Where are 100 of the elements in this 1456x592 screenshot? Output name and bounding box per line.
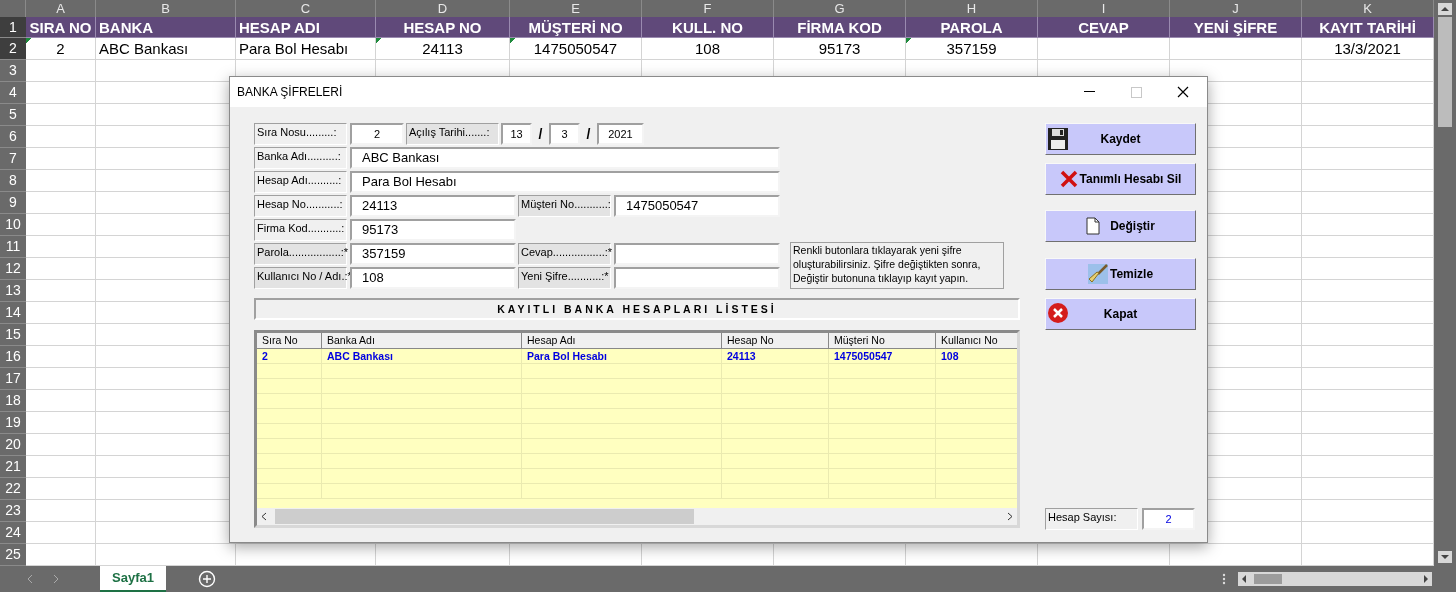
scroll-left-icon[interactable] — [1240, 574, 1248, 584]
table-cell — [257, 364, 322, 379]
row-header[interactable]: 9 — [0, 192, 26, 214]
row-header[interactable]: 19 — [0, 412, 26, 434]
row-header[interactable]: 17 — [0, 368, 26, 390]
scroll-right-icon[interactable] — [1422, 574, 1430, 584]
row-header[interactable]: 8 — [0, 170, 26, 192]
input-field[interactable]: ABC Bankası — [350, 147, 780, 169]
input-field[interactable] — [614, 243, 780, 265]
document-icon — [1086, 217, 1101, 235]
column-header[interactable]: Banka Adı — [322, 333, 522, 349]
row-header[interactable]: 11 — [0, 236, 26, 258]
table-cell: 2 — [26, 38, 96, 60]
table-cell — [26, 60, 96, 82]
field-label: Açılış Tarihi.......: — [406, 123, 499, 145]
row-header[interactable]: 24 — [0, 522, 26, 544]
table-cell: 108 — [642, 38, 774, 60]
row-header[interactable]: 3 — [0, 60, 26, 82]
scroll-down-icon[interactable] — [1438, 551, 1452, 563]
input-field[interactable]: 357159 — [350, 243, 516, 265]
column-header[interactable]: Müşteri No — [829, 333, 936, 349]
input-field[interactable]: 2 — [350, 123, 404, 145]
row-header[interactable]: 2 — [0, 38, 26, 60]
table-cell — [257, 409, 322, 424]
list-title: KAYITLI BANKA HESAPLARI LİSTESİ — [254, 298, 1020, 320]
minimize-icon[interactable] — [1084, 91, 1095, 93]
field-label: Müşteri No...........: — [518, 195, 611, 217]
row-header[interactable]: 15 — [0, 324, 26, 346]
row-header[interactable]: 6 — [0, 126, 26, 148]
action-button[interactable]: Değiştir — [1045, 210, 1196, 242]
sheet-tab[interactable]: Sayfa1 — [100, 566, 166, 592]
row-header[interactable]: 21 — [0, 456, 26, 478]
close-icon — [1047, 302, 1069, 324]
previous-sheet-icon[interactable] — [26, 574, 34, 584]
table-cell: ABC Bankası — [96, 38, 236, 60]
column-header[interactable]: Sıra No — [257, 333, 322, 349]
row-header[interactable]: 23 — [0, 500, 26, 522]
table-cell: 2 — [257, 349, 322, 364]
horizontal-scrollbar[interactable] — [257, 508, 1017, 525]
row-header[interactable]: 18 — [0, 390, 26, 412]
action-button[interactable]: Temizle — [1045, 258, 1196, 290]
row-header[interactable]: 4 — [0, 82, 26, 104]
action-button[interactable]: Kaydet — [1045, 123, 1196, 155]
input-field[interactable]: 108 — [350, 267, 516, 289]
field-label: Cevap.................:* — [518, 243, 611, 265]
more-options-icon[interactable] — [1222, 573, 1226, 585]
input-field[interactable]: 13 — [501, 123, 532, 145]
row-header[interactable]: 1 — [0, 17, 26, 38]
field-label: Hesap Adı..........: — [254, 171, 347, 193]
scroll-thumb[interactable] — [275, 509, 694, 524]
table-cell — [257, 454, 322, 469]
delete-cross-icon — [1059, 170, 1078, 188]
row-header[interactable]: 7 — [0, 148, 26, 170]
table-header: HESAP NO — [376, 17, 510, 38]
action-button[interactable]: Tanımlı Hesabı Sil — [1045, 163, 1196, 195]
scroll-thumb[interactable] — [1254, 574, 1282, 584]
row-header[interactable]: 10 — [0, 214, 26, 236]
table-cell — [257, 424, 322, 439]
row-header[interactable]: 16 — [0, 346, 26, 368]
count-field: 2 — [1142, 508, 1195, 530]
row-header[interactable]: 13 — [0, 280, 26, 302]
table-cell — [257, 394, 322, 409]
input-field[interactable]: 1475050547 — [614, 195, 780, 217]
date-separator: / — [537, 124, 544, 144]
add-sheet-icon[interactable] — [197, 570, 216, 588]
table-cell: 95173 — [774, 38, 906, 60]
column-header[interactable]: Kullanıcı No — [936, 333, 1017, 349]
column-header[interactable]: Hesap No — [722, 333, 829, 349]
row-header[interactable]: 25 — [0, 544, 26, 566]
row-header[interactable]: 5 — [0, 104, 26, 126]
column-header[interactable]: Hesap Adı — [522, 333, 722, 349]
row-header[interactable]: 22 — [0, 478, 26, 500]
table-header: CEVAP — [1038, 17, 1170, 38]
scroll-left-icon[interactable] — [261, 512, 267, 521]
date-separator: / — [585, 124, 592, 144]
scroll-right-icon[interactable] — [1007, 512, 1013, 521]
row-header[interactable]: 12 — [0, 258, 26, 280]
scroll-thumb[interactable] — [1438, 17, 1452, 127]
horizontal-scrollbar[interactable] — [1238, 572, 1432, 586]
close-icon[interactable] — [1177, 86, 1189, 98]
next-sheet-icon[interactable] — [52, 574, 60, 584]
row-header[interactable]: 20 — [0, 434, 26, 456]
input-field[interactable]: 2021 — [597, 123, 644, 145]
input-field[interactable]: Para Bol Hesabı — [350, 171, 780, 193]
input-field[interactable]: 24113 — [350, 195, 516, 217]
action-button[interactable]: Kapat — [1045, 298, 1196, 330]
scroll-up-icon[interactable] — [1438, 3, 1452, 15]
info-note: Renkli butonlara tıklayarak yeni şifre oluşturabilirsiniz. Şifre değiştikten sonra, Değiştir butonuna tıklayıp kayıt yapın. — [790, 242, 1004, 289]
row-header[interactable]: 14 — [0, 302, 26, 324]
input-field[interactable]: 95173 — [350, 219, 516, 241]
table-cell — [257, 379, 322, 394]
table-cell: ABC Bankası — [322, 349, 522, 364]
input-field[interactable]: 3 — [549, 123, 580, 145]
table-header: HESAP ADI — [236, 17, 376, 38]
vertical-scrollbar[interactable] — [1434, 0, 1456, 566]
broom-icon — [1087, 264, 1108, 284]
input-field[interactable] — [614, 267, 780, 289]
table-cell — [257, 469, 322, 484]
table-cell: Para Bol Hesabı — [236, 38, 376, 60]
table-header: FİRMA KOD — [774, 17, 906, 38]
